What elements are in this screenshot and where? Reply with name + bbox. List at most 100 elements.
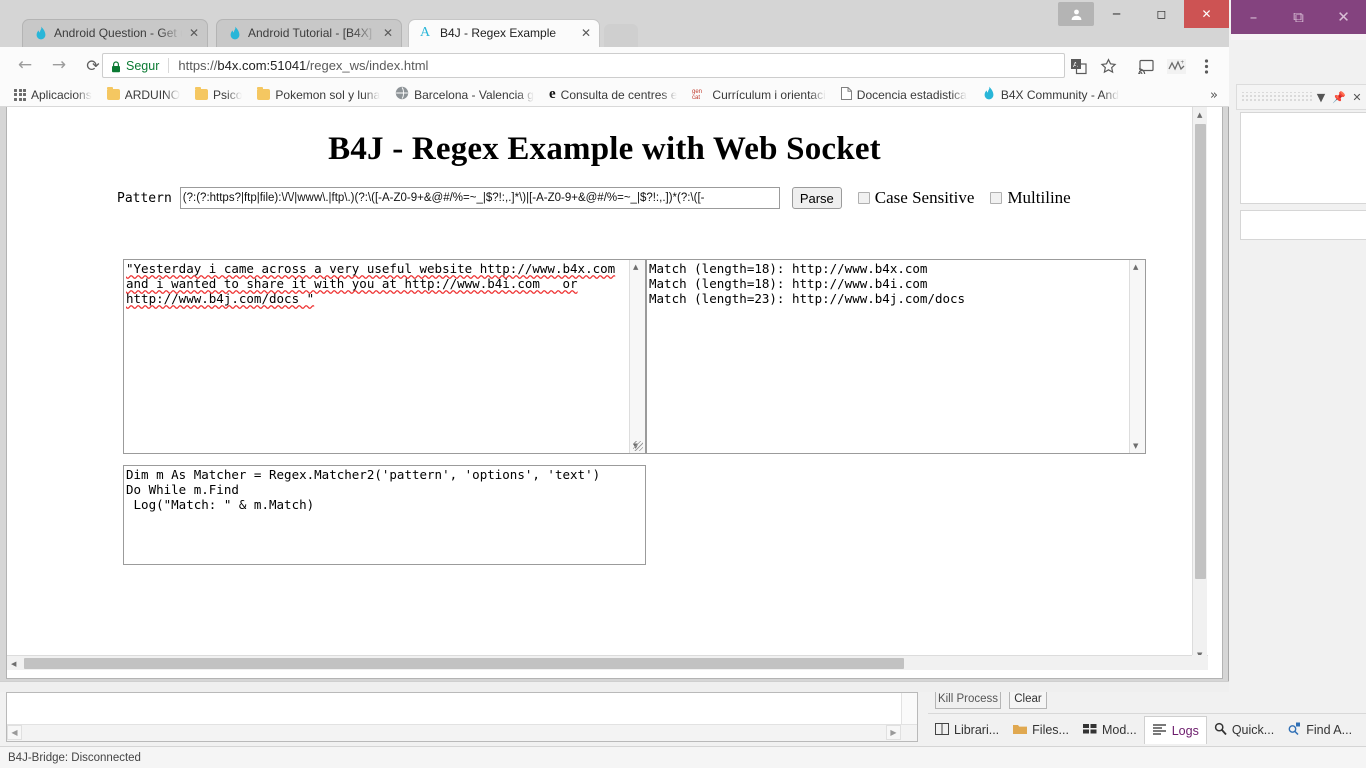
ide-log-text xyxy=(29,695,899,719)
star-bookmark-icon[interactable] xyxy=(1094,53,1122,79)
translate-icon[interactable]: A xyxy=(1064,53,1092,79)
omnibox-separator xyxy=(168,58,170,73)
back-arrow-icon[interactable]: ← xyxy=(8,48,42,82)
forward-arrow-icon[interactable]: → xyxy=(42,48,76,82)
toolbar-right-icons: A + xyxy=(1064,53,1220,79)
ide-panel-edge xyxy=(1228,44,1236,244)
browser-maximize-button[interactable]: ◻ xyxy=(1139,0,1184,28)
multiline-checkbox[interactable] xyxy=(990,192,1003,204)
clear-button[interactable]: Clear xyxy=(1009,689,1047,709)
ide-tab-label: Quick... xyxy=(1231,723,1275,737)
code-line: Dim m As Matcher = Regex.Matcher2('patte… xyxy=(126,467,601,482)
three-dot-menu-icon[interactable] xyxy=(1192,53,1220,79)
bookmark-consulta-centres[interactable]: e Consulta de centres e xyxy=(549,87,678,102)
url-text: https://b4x.com:51041/regex_ws/index.htm… xyxy=(178,58,428,73)
kill-process-button[interactable]: Kill Process xyxy=(935,689,1001,709)
new-tab-button[interactable] xyxy=(604,24,638,47)
bookmark-arduino[interactable]: ARDUINO xyxy=(106,87,181,102)
scroll-up-arrow-icon[interactable]: ▲ xyxy=(1197,111,1202,119)
ide-tab-label: Files... xyxy=(1032,723,1069,737)
bookmarks-overflow-icon[interactable]: » xyxy=(1205,87,1223,103)
ide-restore-button[interactable]: ⧉ xyxy=(1276,0,1321,34)
bookmark-b4x-community[interactable]: B4X Community - And xyxy=(982,86,1119,103)
scroll-up-arrow-icon[interactable]: ▲ xyxy=(1133,263,1138,271)
close-icon[interactable]: ✕ xyxy=(1348,91,1366,104)
page-vertical-scrollbar[interactable]: ▲ ▼ xyxy=(1192,107,1207,663)
input-textarea-scrollbar[interactable]: ▲ ▼ xyxy=(629,260,645,453)
url-host: b4x.com:51041 xyxy=(217,58,307,73)
bookmark-label: B4X Community - And xyxy=(1000,87,1119,102)
bookmark-label: Consulta de centres e xyxy=(560,87,678,102)
ide-tab-find-all[interactable]: Find A... xyxy=(1281,716,1359,744)
textarea-resize-handle[interactable] xyxy=(633,441,643,451)
cast-icon[interactable] xyxy=(1132,53,1160,79)
tab-close-icon[interactable]: ✕ xyxy=(186,25,202,41)
input-text-textarea[interactable]: "Yesterday i came across a very useful w… xyxy=(123,259,646,454)
ide-tab-label: Mod... xyxy=(1101,723,1137,737)
ide-tab-libraries[interactable]: Librari... xyxy=(928,716,1006,744)
security-label: Segur xyxy=(126,58,160,73)
browser-tab-2[interactable]: A B4J - Regex Example ✕ xyxy=(408,19,600,47)
case-sensitive-label: Case Sensitive xyxy=(874,188,975,207)
scroll-up-arrow-icon[interactable]: ▲ xyxy=(633,263,638,271)
bookmark-label: Docencia estadistica xyxy=(856,87,967,102)
page-vertical-scroll-thumb[interactable] xyxy=(1195,124,1206,579)
parse-button[interactable]: Parse xyxy=(791,187,842,209)
extension-icon[interactable]: + xyxy=(1162,53,1190,79)
bookmark-pokemon[interactable]: Pokemon sol y luna xyxy=(257,87,380,102)
browser-tab-1[interactable]: Android Tutorial - [B4X] F ✕ xyxy=(216,19,402,47)
chevron-down-icon[interactable]: ▼ xyxy=(1312,91,1330,104)
ide-log-horizontal-scrollbar[interactable]: ◀ ▶ xyxy=(7,724,917,741)
code-content: Dim m As Matcher = Regex.Matcher2('patte… xyxy=(126,467,641,512)
scroll-left-arrow-icon[interactable]: ◀ xyxy=(7,725,22,740)
ide-title-bar: – ⧉ ✕ xyxy=(1231,0,1366,34)
results-textarea[interactable]: Match (length=18): http://www.b4x.com Mat… xyxy=(646,259,1146,454)
b4x-flame-icon xyxy=(34,26,48,40)
folder-icon xyxy=(257,87,271,100)
magnifier-icon xyxy=(1214,722,1227,738)
bookmark-docencia-estadistica[interactable]: Docencia estadistica xyxy=(840,86,967,103)
pin-icon[interactable]: 📌 xyxy=(1330,91,1348,104)
web-page: B4J - Regex Example with Web Socket Patt… xyxy=(7,107,1208,670)
bookmark-barcelona-valencia[interactable]: Barcelona - Valencia g xyxy=(395,86,534,103)
book-icon xyxy=(935,722,949,738)
tab-close-icon[interactable]: ✕ xyxy=(578,25,594,41)
bookmark-aplicacions[interactable]: Aplicacions xyxy=(14,88,92,102)
result-line: Match (length=23): http://www.b4j.com/do… xyxy=(649,291,966,306)
code-textarea[interactable]: Dim m As Matcher = Regex.Matcher2('patte… xyxy=(123,465,646,565)
bookmark-curriculum[interactable]: gen cat Currículum i orientaci xyxy=(692,87,825,103)
bookmark-psico[interactable]: Psico xyxy=(195,87,242,102)
case-sensitive-checkbox[interactable] xyxy=(857,192,870,204)
case-sensitive-option[interactable]: Case Sensitive xyxy=(857,188,975,208)
ide-tab-label: Librari... xyxy=(954,723,1000,737)
pattern-row: Pattern (?:(?:https?|ftp|file):\/\/|www\… xyxy=(117,187,1071,209)
scroll-left-arrow-icon[interactable]: ◀ xyxy=(11,660,16,668)
ide-tab-modules[interactable]: Mod... xyxy=(1076,716,1144,744)
ide-tab-files[interactable]: Files... xyxy=(1006,716,1076,744)
security-indicator[interactable]: Segur xyxy=(111,59,159,73)
b4x-flame-icon xyxy=(228,26,242,40)
input-text-content: "Yesterday i came across a very useful w… xyxy=(126,261,627,306)
profile-person-icon[interactable] xyxy=(1058,2,1094,26)
ide-tab-quick-search[interactable]: Quick... xyxy=(1207,716,1281,744)
scroll-right-arrow-icon[interactable]: ▶ xyxy=(886,725,901,740)
ide-minimize-button[interactable]: – xyxy=(1231,0,1276,34)
page-horizontal-scroll-thumb[interactable] xyxy=(24,658,904,669)
page-viewport: B4J - Regex Example with Web Socket Patt… xyxy=(6,107,1223,679)
ide-tab-label: Logs xyxy=(1171,723,1199,738)
browser-minimize-button[interactable]: ─ xyxy=(1094,0,1139,28)
ide-tab-logs[interactable]: Logs xyxy=(1143,716,1207,744)
multiline-option[interactable]: Multiline xyxy=(990,188,1071,208)
tab-close-icon[interactable]: ✕ xyxy=(380,25,396,41)
browser-close-button[interactable]: ✕ xyxy=(1184,0,1229,28)
results-textarea-scrollbar[interactable]: ▲ ▼ xyxy=(1129,260,1145,453)
scroll-down-arrow-icon[interactable]: ▼ xyxy=(1133,442,1138,450)
url-scheme: https:// xyxy=(178,58,218,73)
browser-tab-0[interactable]: Android Question - Get u ✕ xyxy=(22,19,208,47)
bookmark-label: ARDUINO xyxy=(124,87,181,102)
page-horizontal-scrollbar[interactable]: ◀ ▶ xyxy=(7,655,1208,670)
dock-grip-icon[interactable] xyxy=(1241,92,1312,102)
pattern-input[interactable]: (?:(?:https?|ftp|file):\/\/|www\.|ftp\.)… xyxy=(179,187,780,209)
ide-close-button[interactable]: ✕ xyxy=(1321,0,1366,34)
address-bar[interactable]: Segur https://b4x.com:51041/regex_ws/ind… xyxy=(102,53,1065,78)
